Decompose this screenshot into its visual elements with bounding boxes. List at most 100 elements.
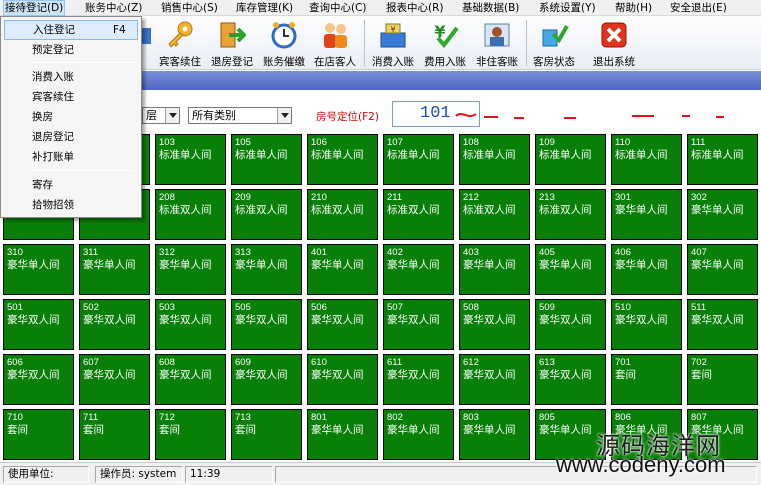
room-tile[interactable]: 109 标准单人间 [535, 134, 606, 185]
room-tile[interactable]: 209 标准双人间 [231, 189, 302, 240]
menu-item-reprint-bill[interactable]: 补打账单 [4, 147, 138, 167]
in-house-guests-button[interactable]: 在店客人 [310, 19, 360, 69]
room-tile[interactable]: 210 标准双人间 [307, 189, 378, 240]
room-tile[interactable]: 508 豪华双人间 [459, 299, 530, 350]
charge-posting-button[interactable]: ¥ 费用入账 [420, 19, 470, 69]
room-tile[interactable]: 401 豪华单人间 [307, 244, 378, 295]
room-tile[interactable]: 610 豪华双人间 [307, 354, 378, 405]
menu-base-data[interactable]: 基础数据(B) [462, 0, 519, 16]
room-type: 豪华双人间 [387, 369, 440, 381]
room-type: 豪华单人间 [539, 259, 592, 271]
room-tile[interactable]: 606 豪华双人间 [3, 354, 74, 405]
room-tile[interactable]: 312 豪华单人间 [155, 244, 226, 295]
menu-exit[interactable]: 安全退出(E) [670, 0, 727, 16]
room-tile[interactable]: 503 豪华双人间 [155, 299, 226, 350]
room-tile[interactable]: 507 豪华双人间 [383, 299, 454, 350]
room-tile[interactable]: 301 豪华单人间 [611, 189, 682, 240]
room-number: 509 [539, 302, 555, 313]
menu-item-lost-found[interactable]: 拾物招领 [4, 195, 138, 215]
room-type: 豪华单人间 [691, 259, 744, 271]
category-select[interactable]: 所有类别 [188, 107, 292, 124]
room-tile[interactable]: 506 豪华双人间 [307, 299, 378, 350]
watermark-url: www.codeny.com [556, 452, 726, 477]
room-tile[interactable]: 406 豪华单人间 [611, 244, 682, 295]
room-tile[interactable]: 608 豪华双人间 [155, 354, 226, 405]
menu-query[interactable]: 查询中心(C) [309, 0, 367, 16]
room-tile[interactable]: 208 标准双人间 [155, 189, 226, 240]
menu-item-consumption[interactable]: 消费入账 [4, 67, 138, 87]
room-tile[interactable]: 108 标准单人间 [459, 134, 530, 185]
room-number: 802 [387, 412, 403, 423]
menu-reports[interactable]: 报表中心(R) [386, 0, 444, 16]
menu-item-change-room[interactable]: 换房 [4, 107, 138, 127]
room-type: 标准单人间 [463, 149, 516, 161]
room-tile[interactable]: 211 标准双人间 [383, 189, 454, 240]
room-tile[interactable]: 609 豪华双人间 [231, 354, 302, 405]
chevron-down-icon[interactable] [277, 108, 291, 123]
room-tile[interactable]: 311 豪华单人间 [79, 244, 150, 295]
room-number: 805 [539, 412, 555, 423]
room-tile[interactable]: 801 豪华单人间 [307, 409, 378, 460]
room-tile[interactable]: 110 标准单人间 [611, 134, 682, 185]
menu-sales[interactable]: 销售中心(S) [161, 0, 218, 16]
room-tile[interactable]: 702 套间 [687, 354, 758, 405]
room-tile[interactable]: 213 标准双人间 [535, 189, 606, 240]
room-tile[interactable]: 510 豪华双人间 [611, 299, 682, 350]
room-tile[interactable]: 212 标准双人间 [459, 189, 530, 240]
menu-item-checkout[interactable]: 退房登记 [4, 127, 138, 147]
payment-reminder-button[interactable]: 账务催缴 [259, 19, 309, 69]
room-tile[interactable]: 313 豪华单人间 [231, 244, 302, 295]
room-tile[interactable]: 402 豪华单人间 [383, 244, 454, 295]
exit-system-button[interactable]: 退出系统 [589, 19, 639, 69]
room-tile[interactable]: 802 豪华单人间 [383, 409, 454, 460]
menu-item-reservation[interactable]: 预定登记 [4, 40, 138, 60]
extend-stay-button[interactable]: 宾客续住 [155, 19, 205, 69]
room-tile[interactable]: 103 标准单人间 [155, 134, 226, 185]
menu-inventory[interactable]: 库存管理(K) [236, 0, 293, 16]
room-tile[interactable]: 607 豪华双人间 [79, 354, 150, 405]
room-tile[interactable]: 310 豪华单人间 [3, 244, 74, 295]
room-tile[interactable]: 711 套间 [79, 409, 150, 460]
room-tile[interactable]: 803 豪华单人间 [459, 409, 530, 460]
chevron-down-icon[interactable] [165, 108, 179, 123]
non-guest-account-button[interactable]: 非住客账 [472, 19, 522, 69]
room-status-button[interactable]: 客房状态 [529, 19, 579, 69]
room-tile[interactable]: 712 套间 [155, 409, 226, 460]
menu-item-checkin[interactable]: 入住登记 F4 [4, 20, 138, 40]
room-tile[interactable]: 501 豪华双人间 [3, 299, 74, 350]
room-tile[interactable]: 111 标准单人间 [687, 134, 758, 185]
room-type: 标准单人间 [235, 149, 288, 161]
room-tile[interactable]: 407 豪华单人间 [687, 244, 758, 295]
room-tile[interactable]: 107 标准单人间 [383, 134, 454, 185]
floor-select[interactable]: 层 [142, 107, 180, 124]
room-tile[interactable]: 505 豪华双人间 [231, 299, 302, 350]
room-tile[interactable]: 511 豪华双人间 [687, 299, 758, 350]
room-type: 豪华双人间 [311, 314, 364, 326]
toolbar-button-hidden[interactable] [142, 19, 154, 69]
room-tile[interactable]: 105 标准单人间 [231, 134, 302, 185]
status-time: 11:39 [185, 466, 273, 483]
room-tile[interactable]: 611 豪华双人间 [383, 354, 454, 405]
room-tile[interactable]: 302 豪华单人间 [687, 189, 758, 240]
floor-select-value: 层 [146, 109, 157, 122]
room-type: 豪华单人间 [311, 259, 364, 271]
room-tile[interactable]: 710 套间 [3, 409, 74, 460]
room-tile[interactable]: 613 豪华双人间 [535, 354, 606, 405]
room-tile[interactable]: 509 豪华双人间 [535, 299, 606, 350]
menu-help[interactable]: 帮助(H) [615, 0, 652, 16]
room-tile[interactable]: 701 套间 [611, 354, 682, 405]
menu-accounts[interactable]: 账务中心(Z) [85, 0, 142, 16]
room-type: 豪华双人间 [83, 369, 136, 381]
checkout-button[interactable]: 退房登记 [207, 19, 257, 69]
menu-system-settings[interactable]: 系统设置(Y) [539, 0, 596, 16]
menu-item-extend-stay[interactable]: 宾客续住 [4, 87, 138, 107]
room-tile[interactable]: 713 套间 [231, 409, 302, 460]
room-tile[interactable]: 106 标准单人间 [307, 134, 378, 185]
room-tile[interactable]: 403 豪华单人间 [459, 244, 530, 295]
menu-reception[interactable]: 接待登记(D) [3, 0, 66, 16]
room-tile[interactable]: 612 豪华双人间 [459, 354, 530, 405]
room-tile[interactable]: 502 豪华双人间 [79, 299, 150, 350]
menu-item-storage[interactable]: 寄存 [4, 175, 138, 195]
room-tile[interactable]: 405 豪华单人间 [535, 244, 606, 295]
consumption-posting-button[interactable]: ¥ 消费入账 [368, 19, 418, 69]
